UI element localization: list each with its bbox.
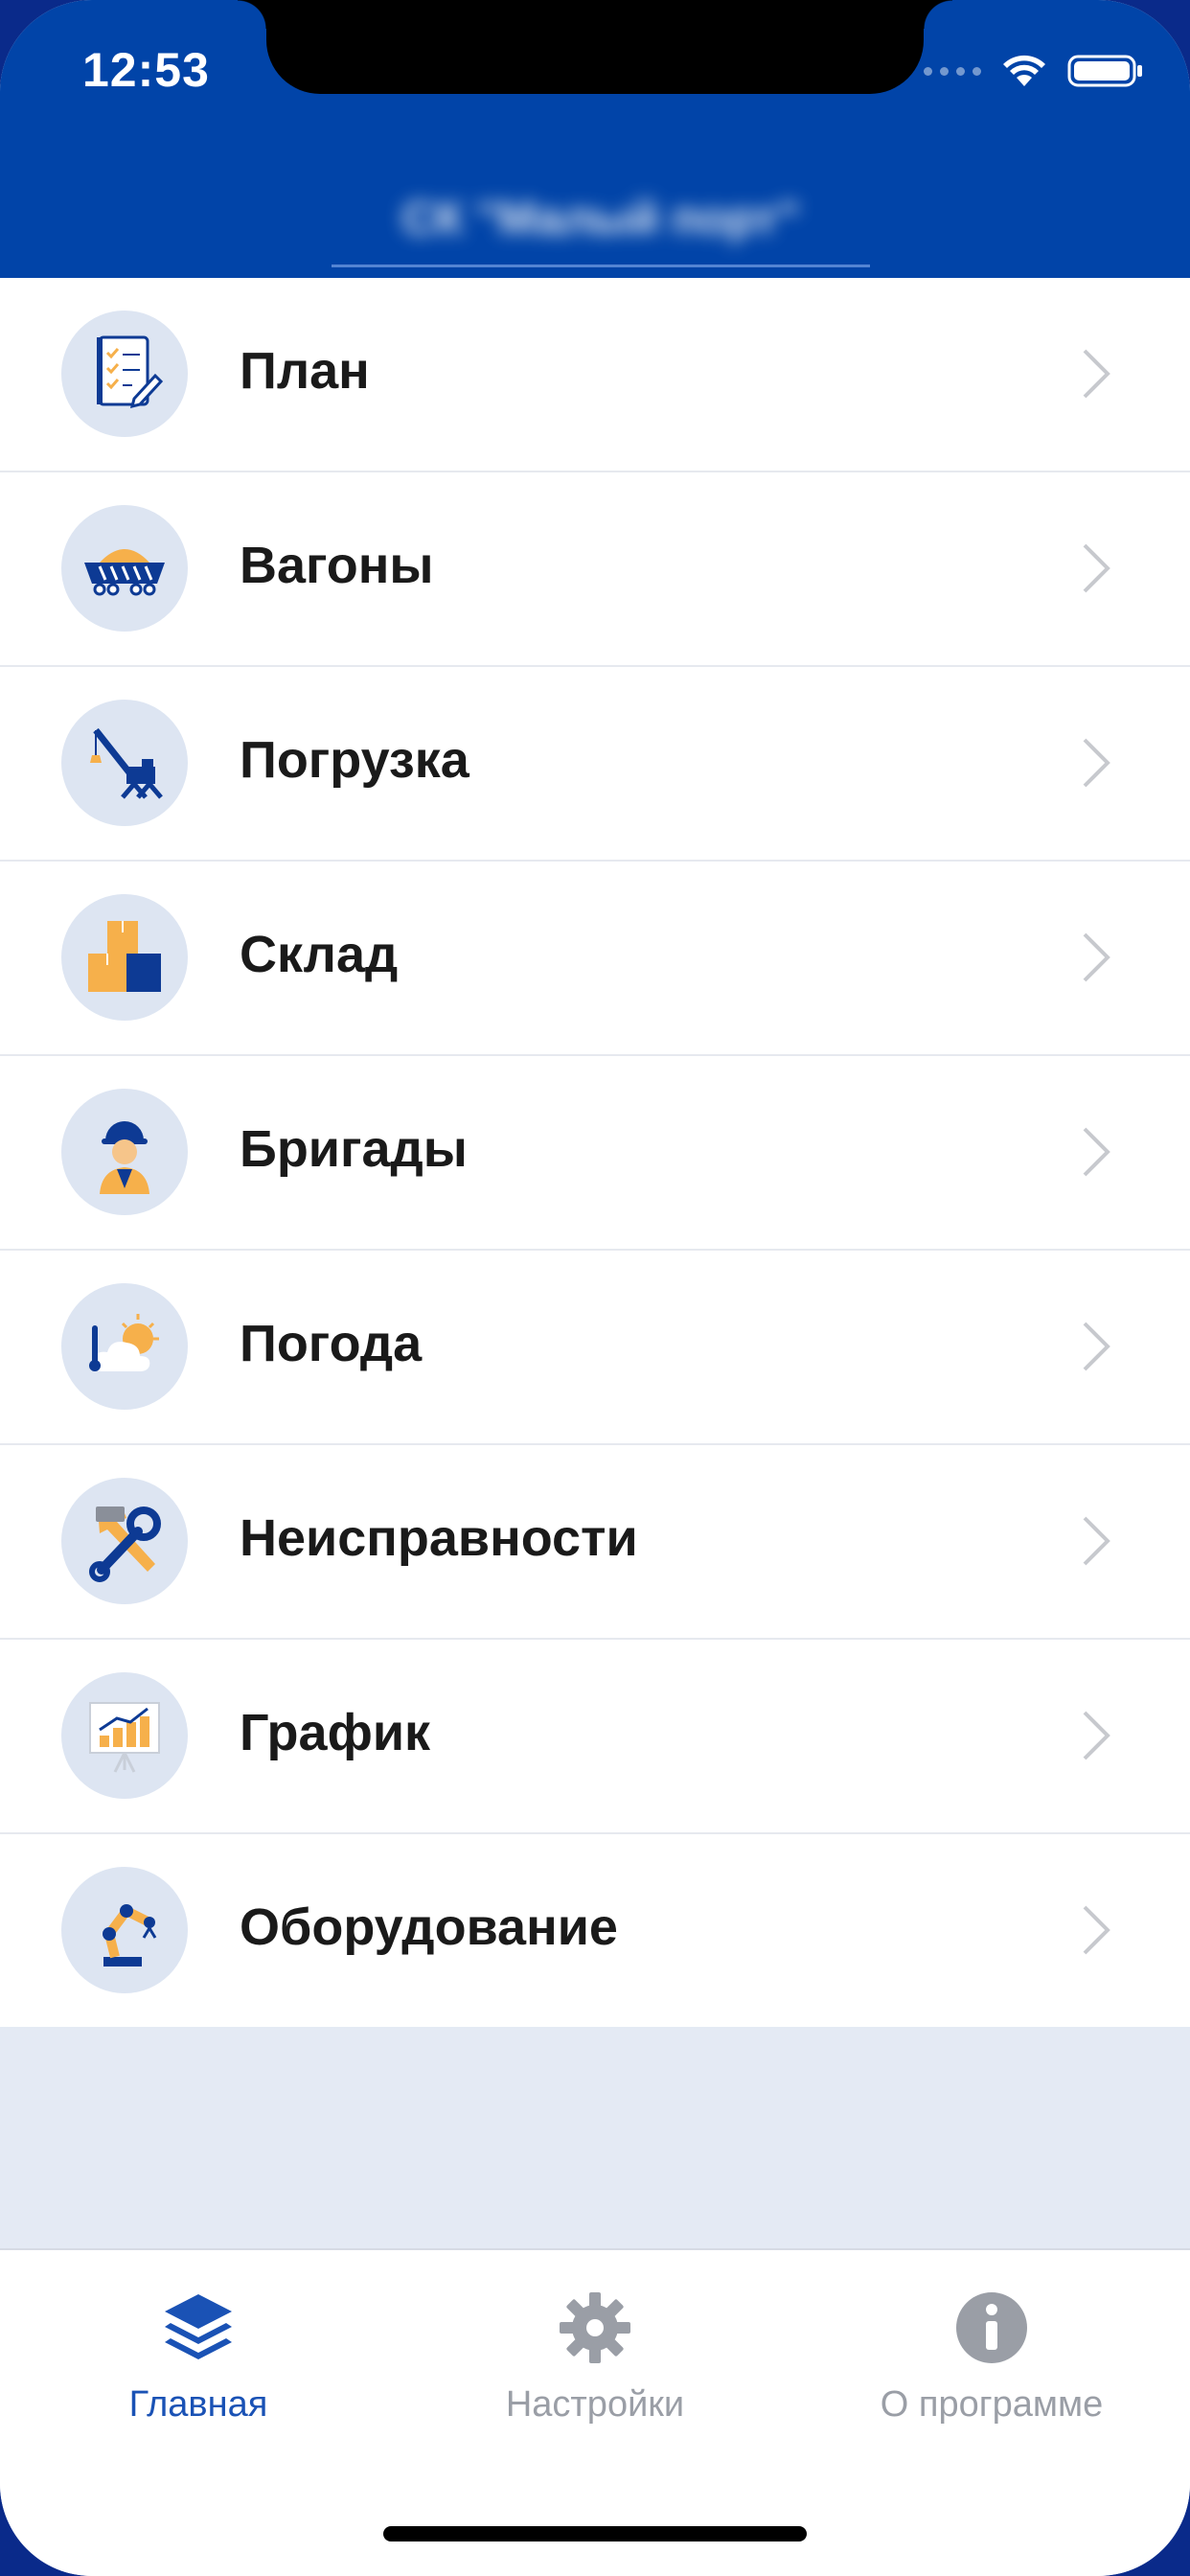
- chevron-right-icon: [1083, 349, 1110, 399]
- gear-icon: [560, 2292, 630, 2363]
- menu-item-label: План: [240, 342, 370, 400]
- battery-icon: [1067, 55, 1142, 87]
- menu-item-equipment[interactable]: Оборудование: [0, 1834, 1190, 2027]
- wagon-icon: [61, 505, 188, 632]
- menu-item-label: Оборудование: [240, 1898, 618, 1956]
- page-title: СК "Малый порт": [401, 193, 800, 244]
- tab-home[interactable]: Главная: [0, 2288, 397, 2426]
- robot-arm-icon: [61, 1867, 188, 1993]
- status-time: 12:53: [82, 43, 210, 97]
- menu-item-label: Погода: [240, 1315, 423, 1372]
- status-icons: [924, 54, 1144, 88]
- plan-checklist-icon: [61, 310, 188, 437]
- menu-item-plan[interactable]: План: [0, 278, 1190, 472]
- cellular-signal-icon: [924, 66, 981, 76]
- menu-item-label: Вагоны: [240, 537, 434, 594]
- app-screen: 12:53 СК "Малый порт" План Вагоны Погруз…: [0, 0, 1190, 2576]
- chevron-right-icon: [1083, 1127, 1110, 1177]
- menu-item-label: Бригады: [240, 1120, 468, 1178]
- info-icon: [956, 2292, 1027, 2363]
- menu-item-schedule[interactable]: График: [0, 1640, 1190, 1834]
- tab-label: Главная: [128, 2384, 268, 2425]
- menu-item-warehouse[interactable]: Склад: [0, 862, 1190, 1056]
- chevron-right-icon: [1083, 932, 1110, 982]
- menu-item-weather[interactable]: Погода: [0, 1251, 1190, 1445]
- chevron-right-icon: [1083, 1711, 1110, 1760]
- chart-board-icon: [61, 1672, 188, 1799]
- chevron-right-icon: [1083, 1905, 1110, 1955]
- menu-item-label: Неисправности: [240, 1509, 638, 1567]
- menu-item-faults[interactable]: Неисправности: [0, 1445, 1190, 1640]
- menu-item-label: Склад: [240, 926, 399, 983]
- chevron-right-icon: [1083, 543, 1110, 593]
- home-indicator[interactable]: [383, 2526, 807, 2542]
- header: 12:53 СК "Малый порт": [0, 0, 1190, 278]
- tab-settings[interactable]: Настройки: [397, 2288, 793, 2426]
- tab-label: О программе: [880, 2384, 1104, 2425]
- weather-icon: [61, 1283, 188, 1410]
- chevron-right-icon: [1083, 738, 1110, 788]
- menu-item-loading[interactable]: Погрузка: [0, 667, 1190, 862]
- menu-list: План Вагоны Погрузка Склад Бригады Погод…: [0, 278, 1190, 2027]
- menu-item-label: Погрузка: [240, 731, 469, 789]
- chevron-right-icon: [1083, 1516, 1110, 1566]
- crane-icon: [61, 700, 188, 826]
- device-notch: [238, 0, 952, 94]
- worker-icon: [61, 1089, 188, 1215]
- menu-item-label: График: [240, 1704, 431, 1761]
- wifi-icon: [1003, 55, 1045, 86]
- chevron-right-icon: [1083, 1322, 1110, 1371]
- layers-icon: [165, 2294, 232, 2359]
- menu-item-brigades[interactable]: Бригады: [0, 1056, 1190, 1251]
- tools-icon: [61, 1478, 188, 1604]
- tab-about[interactable]: О программе: [793, 2288, 1190, 2426]
- warehouse-boxes-icon: [61, 894, 188, 1021]
- tab-label: Настройки: [505, 2384, 685, 2425]
- title-underline: СК "Малый порт": [332, 172, 870, 267]
- menu-item-wagons[interactable]: Вагоны: [0, 472, 1190, 667]
